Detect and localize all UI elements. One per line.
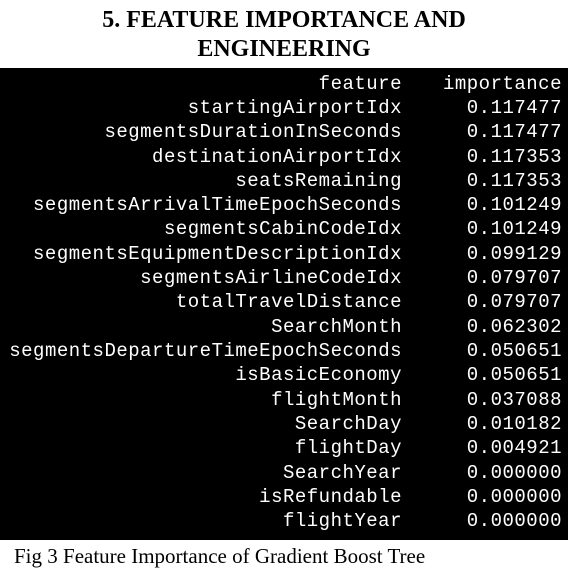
table-row: startingAirportIdx0.117477 bbox=[6, 96, 562, 120]
feature-cell: startingAirportIdx bbox=[188, 96, 402, 120]
table-row: totalTravelDistance0.079707 bbox=[6, 290, 562, 314]
feature-cell: flightDay bbox=[295, 436, 402, 460]
importance-cell: 0.004921 bbox=[402, 436, 562, 460]
importance-cell: 0.079707 bbox=[402, 266, 562, 290]
table-row: segmentsDurationInSeconds0.117477 bbox=[6, 120, 562, 144]
feature-cell: isBasicEconomy bbox=[235, 363, 402, 387]
table-row: SearchYear0.000000 bbox=[6, 461, 562, 485]
table-row: segmentsDepartureTimeEpochSeconds0.05065… bbox=[6, 339, 562, 363]
importance-cell: 0.117477 bbox=[402, 120, 562, 144]
importance-cell: 0.101249 bbox=[402, 217, 562, 241]
feature-cell: SearchDay bbox=[295, 412, 402, 436]
table-row: flightDay0.004921 bbox=[6, 436, 562, 460]
feature-cell: seatsRemaining bbox=[235, 169, 402, 193]
feature-cell: segmentsDepartureTimeEpochSeconds bbox=[9, 339, 402, 363]
table-row: SearchMonth0.062302 bbox=[6, 315, 562, 339]
header-feature: feature bbox=[319, 72, 402, 96]
importance-cell: 0.050651 bbox=[402, 363, 562, 387]
importance-cell: 0.101249 bbox=[402, 193, 562, 217]
importance-cell: 0.099129 bbox=[402, 242, 562, 266]
table-row: segmentsEquipmentDescriptionIdx0.099129 bbox=[6, 242, 562, 266]
table-row: segmentsCabinCodeIdx0.101249 bbox=[6, 217, 562, 241]
table-row: seatsRemaining0.117353 bbox=[6, 169, 562, 193]
table-row: flightYear0.000000 bbox=[6, 509, 562, 533]
feature-cell: SearchMonth bbox=[271, 315, 402, 339]
feature-cell: totalTravelDistance bbox=[176, 290, 402, 314]
feature-cell: segmentsEquipmentDescriptionIdx bbox=[33, 242, 402, 266]
importance-cell: 0.000000 bbox=[402, 509, 562, 533]
importance-cell: 0.037088 bbox=[402, 388, 562, 412]
table-row: flightMonth0.037088 bbox=[6, 388, 562, 412]
table-row: destinationAirportIdx0.117353 bbox=[6, 145, 562, 169]
section-title-line2: ENGINEERING bbox=[197, 36, 370, 62]
table-row: SearchDay0.010182 bbox=[6, 412, 562, 436]
section-number: 5. bbox=[102, 7, 120, 33]
section-title-line1: FEATURE IMPORTANCE AND bbox=[126, 7, 466, 33]
table-header-row: feature importance bbox=[6, 72, 562, 96]
section-heading: 5. FEATURE IMPORTANCE AND ENGINEERING bbox=[0, 0, 568, 68]
importance-cell: 0.117353 bbox=[402, 169, 562, 193]
feature-cell: segmentsAirlineCodeIdx bbox=[140, 266, 402, 290]
figure-caption: Fig 3 Feature Importance of Gradient Boo… bbox=[0, 540, 568, 577]
feature-cell: isRefundable bbox=[259, 485, 402, 509]
feature-cell: flightYear bbox=[283, 509, 402, 533]
importance-cell: 0.117353 bbox=[402, 145, 562, 169]
terminal-output: feature importance startingAirportIdx0.1… bbox=[0, 68, 568, 540]
feature-cell: flightMonth bbox=[271, 388, 402, 412]
feature-cell: segmentsDurationInSeconds bbox=[104, 120, 402, 144]
feature-cell: segmentsCabinCodeIdx bbox=[164, 217, 402, 241]
importance-cell: 0.079707 bbox=[402, 290, 562, 314]
importance-cell: 0.000000 bbox=[402, 485, 562, 509]
table-row: segmentsAirlineCodeIdx0.079707 bbox=[6, 266, 562, 290]
importance-cell: 0.050651 bbox=[402, 339, 562, 363]
header-importance: importance bbox=[402, 72, 562, 96]
feature-cell: destinationAirportIdx bbox=[152, 145, 402, 169]
table-row: isBasicEconomy0.050651 bbox=[6, 363, 562, 387]
table-row: segmentsArrivalTimeEpochSeconds0.101249 bbox=[6, 193, 562, 217]
importance-cell: 0.117477 bbox=[402, 96, 562, 120]
importance-cell: 0.010182 bbox=[402, 412, 562, 436]
importance-cell: 0.000000 bbox=[402, 461, 562, 485]
importance-cell: 0.062302 bbox=[402, 315, 562, 339]
feature-cell: segmentsArrivalTimeEpochSeconds bbox=[33, 193, 402, 217]
feature-cell: SearchYear bbox=[283, 461, 402, 485]
table-row: isRefundable0.000000 bbox=[6, 485, 562, 509]
